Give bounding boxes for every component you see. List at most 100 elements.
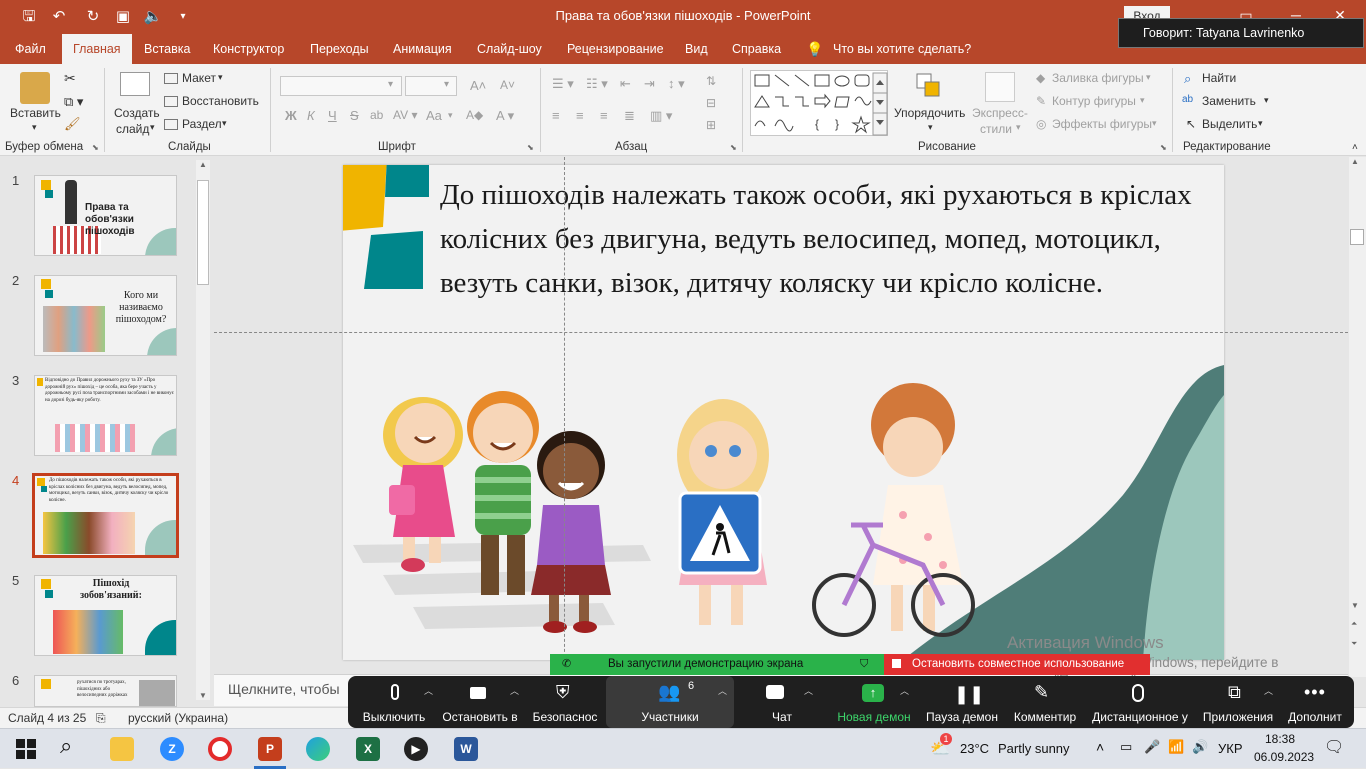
edge-icon[interactable] [306, 737, 330, 761]
collapse-ribbon-icon[interactable]: ˄ [1352, 142, 1358, 153]
arrange-button[interactable]: Упорядочить [894, 106, 965, 120]
select-button[interactable]: Выделить [1202, 117, 1257, 131]
align-text-icon[interactable]: ⊟ [706, 96, 716, 110]
slide-thumbnail-6[interactable]: рухатися по тротуарах, пішохідних або ве… [34, 675, 177, 707]
paste-icon[interactable] [20, 72, 50, 104]
slide-thumbnail-1[interactable]: Права та обов'язки пішоходів [34, 175, 177, 256]
battery-icon[interactable]: ▭ [1120, 739, 1132, 755]
tab-slideshow[interactable]: Слайд-шоу [477, 34, 542, 64]
microphone-tray-icon[interactable]: 🎤 [1144, 739, 1160, 755]
justify-icon[interactable]: ≣ [624, 108, 635, 124]
numbering-icon[interactable]: ☷ ▾ [586, 76, 608, 92]
bullets-icon[interactable]: ☰ ▾ [552, 76, 574, 92]
slide-body-text[interactable]: До пішоходів належать також особи, які р… [440, 173, 1220, 305]
tab-insert[interactable]: Вставка [144, 34, 190, 64]
file-explorer-icon[interactable] [110, 737, 134, 761]
volume-icon[interactable]: 🔊 [1192, 739, 1208, 755]
tell-me-search[interactable]: Что вы хотите сделать? [833, 34, 971, 64]
increase-indent-icon[interactable]: ⇥ [644, 76, 655, 92]
font-launcher-icon[interactable]: ⬊ [527, 143, 534, 152]
input-language[interactable]: УКР [1218, 741, 1243, 756]
shape-effects-button[interactable]: Эффекты фигуры [1052, 117, 1152, 131]
mute-button[interactable]: ︿ Выключить [354, 676, 434, 728]
strike-button[interactable]: S [350, 108, 359, 123]
cut-icon[interactable]: ✂ [64, 70, 76, 87]
quick-styles-button[interactable]: Экспресс- [972, 106, 1028, 120]
tab-home[interactable]: Главная [62, 34, 132, 64]
shape-fill-button[interactable]: Заливка фигуры [1052, 71, 1144, 85]
grow-font-icon[interactable]: A˄ [470, 78, 486, 93]
tab-transitions[interactable]: Переходы [310, 34, 369, 64]
smartart-icon[interactable]: ⊞ [706, 118, 716, 132]
find-button[interactable]: Найти [1202, 71, 1236, 85]
paste-button[interactable]: Вставить [10, 106, 61, 120]
tab-design[interactable]: Конструктор [213, 34, 284, 64]
clear-format-icon[interactable]: A◆ [466, 108, 483, 122]
search-icon[interactable]: ⌕ [60, 733, 72, 759]
replace-button[interactable]: Заменить [1202, 94, 1256, 108]
shape-outline-button[interactable]: Контур фигуры [1052, 94, 1136, 108]
align-left-icon[interactable]: ≡ [552, 108, 560, 123]
section-button[interactable]: Раздел [182, 117, 222, 131]
language-status[interactable]: русский (Украина) [128, 711, 228, 725]
stop-video-button[interactable]: ︿ Остановить в [438, 676, 522, 728]
change-case-button[interactable]: Aa [426, 108, 442, 123]
opera-icon[interactable] [208, 737, 232, 761]
powerpoint-app-icon[interactable]: P [258, 737, 282, 761]
zoom-app-icon[interactable]: Z [160, 737, 184, 761]
weather-temp[interactable]: 23°C [960, 741, 989, 756]
copy-icon[interactable]: ⧉ ▾ [64, 94, 83, 110]
shadow-icon[interactable]: ab [370, 108, 383, 122]
stop-share-button[interactable]: Остановить совместное использование [884, 654, 1150, 675]
remote-control-button[interactable]: Дистанционное у [1088, 676, 1192, 728]
annotate-button[interactable]: ✎ Комментир [1008, 676, 1082, 728]
decrease-indent-icon[interactable]: ⇤ [620, 76, 631, 92]
network-icon[interactable]: 📶 [1168, 739, 1184, 755]
security-button[interactable]: ⛨ Безопаснос [526, 676, 604, 728]
tab-help[interactable]: Справка [732, 34, 781, 64]
slide-thumbnail-2[interactable]: Кого ми називаємо пішоходом? [34, 275, 177, 356]
slide-thumbnail-3[interactable]: Відповідно до Правил дорожнього руху та … [34, 375, 177, 456]
columns-icon[interactable]: ▥ ▾ [650, 108, 672, 124]
font-size-select[interactable] [405, 76, 457, 96]
tab-review[interactable]: Рецензирование [567, 34, 664, 64]
pause-share-button[interactable]: ❚❚ Пауза демон [922, 676, 1002, 728]
media-player-icon[interactable]: ▶ [404, 737, 428, 761]
clock-date[interactable]: 06.09.2023 [1254, 750, 1314, 764]
spelling-icon[interactable]: ⎘ [96, 711, 106, 726]
windows-start-icon[interactable] [16, 739, 36, 762]
font-color-icon[interactable]: A ▾ [496, 108, 514, 124]
text-direction-icon[interactable]: ⇅ [706, 74, 716, 88]
new-slide-button[interactable]: Создать [114, 106, 160, 120]
tab-file[interactable]: Файл [15, 34, 46, 64]
align-center-icon[interactable]: ≡ [576, 108, 584, 123]
clipboard-launcher-icon[interactable]: ⬊ [92, 143, 99, 152]
new-slide-icon[interactable] [120, 72, 150, 96]
paragraph-launcher-icon[interactable]: ⬊ [730, 143, 737, 152]
layout-button[interactable]: Макет [182, 71, 216, 85]
apps-button[interactable]: ⧉ ︿ Приложения [1198, 676, 1278, 728]
chat-button[interactable]: ︿ Чат [740, 676, 824, 728]
reset-button[interactable]: Восстановить [182, 94, 259, 108]
align-right-icon[interactable]: ≡ [600, 108, 608, 123]
weather-text[interactable]: Partly sunny [998, 741, 1070, 756]
shapes-gallery[interactable]: {} [750, 70, 888, 136]
thumbnails-scrollbar[interactable]: ▲ ▼ [196, 160, 210, 700]
notifications-icon[interactable]: 🗨 [1324, 737, 1344, 757]
word-app-icon[interactable]: W [454, 737, 478, 761]
chevron-up-icon[interactable]: ˄ [1096, 739, 1104, 755]
current-slide[interactable]: До пішоходів належать також особи, які р… [343, 165, 1224, 660]
excel-app-icon[interactable]: X [356, 737, 380, 761]
clock-time[interactable]: 18:38 [1265, 732, 1295, 746]
slide-scrollbar[interactable]: ▲ ▼ ⏶ ⏷ [1349, 157, 1366, 677]
slide-thumbnail-4[interactable]: До пішоходів належать також особи, які р… [32, 473, 179, 558]
more-button[interactable]: ••• Дополнит [1280, 676, 1350, 728]
new-share-button[interactable]: ↑ ︿ Новая демон [832, 676, 916, 728]
tab-animations[interactable]: Анимация [393, 34, 452, 64]
underline-button[interactable]: Ч [328, 108, 337, 123]
shrink-font-icon[interactable]: A˅ [500, 78, 515, 92]
slide-thumbnail-5[interactable]: Пішохід зобов'язаний: [34, 575, 177, 656]
participants-button[interactable]: 👥 6 ︿ Участники [606, 676, 734, 728]
bold-button[interactable]: Ж [285, 108, 297, 123]
font-name-select[interactable] [280, 76, 402, 96]
